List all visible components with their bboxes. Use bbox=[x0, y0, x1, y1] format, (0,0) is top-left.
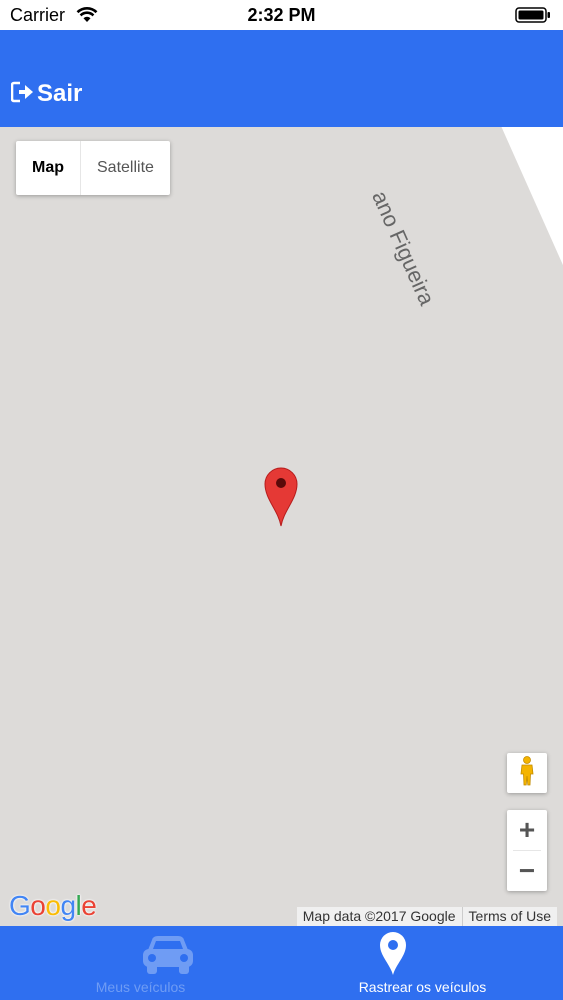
logout-icon bbox=[10, 81, 35, 108]
clock: 2:32 PM bbox=[247, 5, 316, 25]
tab-label: Meus veículos bbox=[95, 979, 186, 995]
location-pin-icon bbox=[379, 932, 407, 981]
tab-meus-veiculos[interactable]: Meus veículos bbox=[0, 926, 281, 1000]
car-icon bbox=[140, 934, 196, 981]
battery-icon bbox=[515, 7, 550, 23]
map-type-control: Map Satellite bbox=[16, 141, 170, 195]
map-type-satellite-button[interactable]: Satellite bbox=[81, 141, 170, 195]
location-marker-icon[interactable] bbox=[263, 465, 299, 532]
terms-of-use-link[interactable]: Terms of Use bbox=[463, 907, 557, 926]
map-attribution: Map data ©2017 Google Terms of Use bbox=[296, 907, 557, 926]
app-header: Sair bbox=[0, 30, 563, 127]
bottom-tab-bar: Meus veículos Rastrear os veículos bbox=[0, 926, 563, 1000]
logout-button[interactable]: Sair bbox=[10, 80, 83, 108]
street-view-button[interactable] bbox=[507, 753, 547, 793]
tab-rastrear-veiculos[interactable]: Rastrear os veículos bbox=[282, 926, 563, 1000]
tab-label: Rastrear os veículos bbox=[358, 979, 487, 995]
pegman-icon bbox=[518, 755, 536, 791]
street bbox=[484, 127, 563, 729]
map-type-map-button[interactable]: Map bbox=[16, 141, 81, 195]
map-view[interactable]: ano Figueira Map Satellite + − Google Ma… bbox=[0, 127, 563, 926]
zoom-in-button[interactable]: + bbox=[507, 810, 547, 850]
zoom-out-button[interactable]: − bbox=[507, 851, 547, 891]
street-label: ano Figueira bbox=[367, 187, 440, 309]
zoom-control: + − bbox=[507, 810, 547, 891]
logout-label: Sair bbox=[37, 80, 83, 107]
google-logo: Google bbox=[9, 890, 97, 921]
status-bar: Carrier 2:32 PM bbox=[0, 0, 563, 30]
map-data-label: Map data ©2017 Google bbox=[302, 908, 456, 924]
